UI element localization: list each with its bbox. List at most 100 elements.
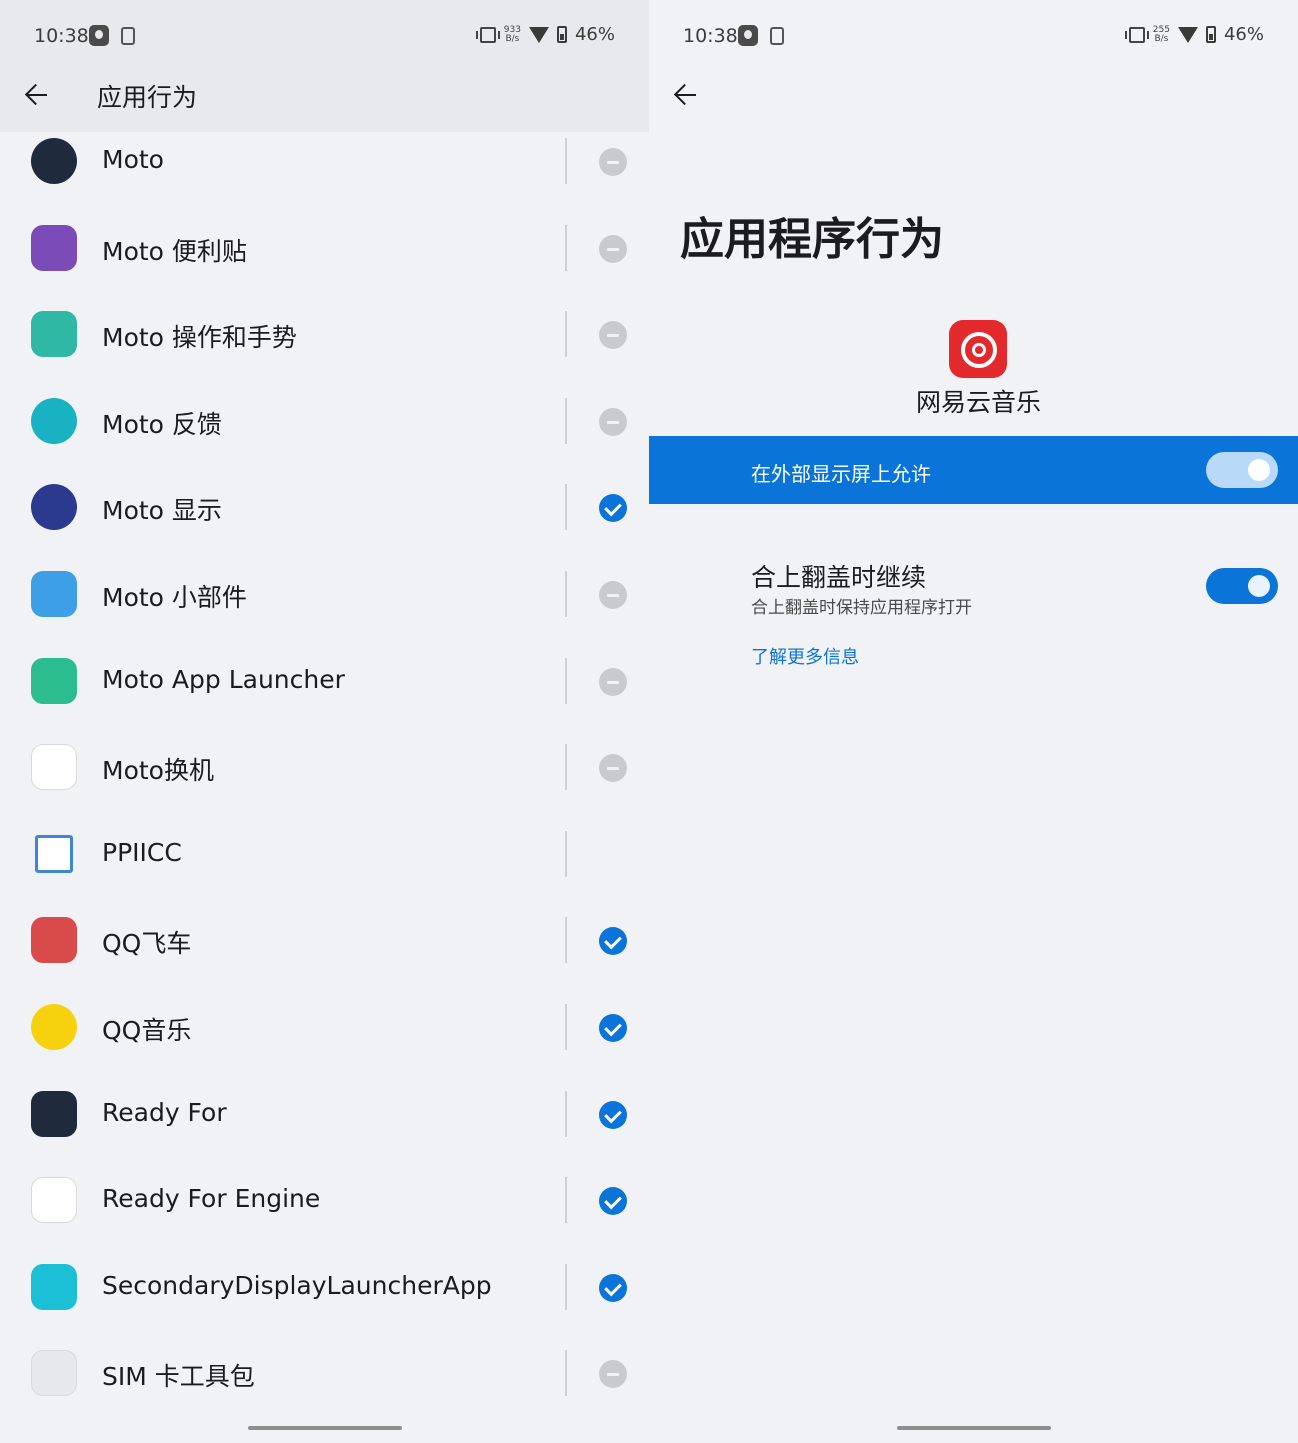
ppiicc-icon bbox=[35, 834, 73, 873]
home-indicator[interactable] bbox=[248, 1426, 402, 1430]
learn-more-link[interactable]: 了解更多信息 bbox=[751, 643, 859, 669]
app-label: Moto App Launcher bbox=[102, 664, 345, 694]
row-divider bbox=[565, 1263, 567, 1310]
weather-widget-icon bbox=[31, 571, 77, 617]
notification-card-icon bbox=[121, 27, 135, 45]
network-speed: 933 B/s bbox=[503, 24, 521, 44]
page-title: 应用行为 bbox=[97, 83, 198, 112]
check-circle-icon[interactable] bbox=[599, 1187, 627, 1216]
app-label: Ready For bbox=[102, 1097, 227, 1127]
allow-external-display-label: 在外部显示屏上允许 bbox=[751, 462, 931, 486]
allow-external-display-row[interactable]: 在外部显示屏上允许 bbox=[649, 436, 1298, 504]
battery-percent: 46% bbox=[1223, 24, 1264, 45]
row-divider bbox=[565, 571, 567, 617]
sticky-note-icon bbox=[31, 224, 77, 271]
battery-percent: 46% bbox=[574, 24, 615, 45]
status-time: 10:38 bbox=[683, 25, 738, 47]
app-row[interactable]: Moto换机 bbox=[0, 723, 649, 809]
app-label: QQ飞车 bbox=[102, 929, 192, 959]
app-row[interactable]: PPIICC bbox=[0, 810, 649, 896]
moto-logo-icon bbox=[31, 138, 77, 184]
qq-music-icon bbox=[31, 1004, 77, 1050]
allow-external-display-toggle[interactable] bbox=[1206, 452, 1278, 488]
app-name: 网易云音乐 bbox=[915, 388, 1041, 417]
feedback-icon bbox=[31, 397, 77, 444]
app-label: Moto 反馈 bbox=[102, 409, 222, 439]
row-divider bbox=[565, 1004, 567, 1050]
app-row[interactable]: QQ音乐 bbox=[0, 983, 649, 1069]
wifi-icon bbox=[528, 26, 549, 43]
ready-for-icon bbox=[31, 1090, 77, 1137]
right-pane: 10:38 255 B/s 46% 应用程序行为 网易云音乐 在外部显示屏上允许 … bbox=[649, 0, 1298, 1443]
row-divider bbox=[565, 917, 567, 964]
row-divider bbox=[565, 830, 567, 877]
home-indicator[interactable] bbox=[897, 1426, 1051, 1430]
gesture-hand-icon bbox=[31, 311, 77, 358]
back-arrow-icon[interactable] bbox=[23, 82, 49, 108]
app-row[interactable]: Moto 操作和手势 bbox=[0, 290, 649, 376]
app-row[interactable]: Moto 显示 bbox=[0, 463, 649, 549]
continue-on-fold-title: 合上翻盖时继续 bbox=[751, 563, 927, 592]
continue-on-fold-toggle[interactable] bbox=[1206, 568, 1278, 604]
app-label: Moto bbox=[102, 145, 164, 174]
row-divider bbox=[565, 1090, 567, 1137]
notification-app-icon bbox=[738, 25, 758, 46]
app-row[interactable]: Moto 小部件 bbox=[0, 550, 649, 636]
minus-circle-icon[interactable] bbox=[599, 407, 627, 436]
vibrate-icon bbox=[1124, 26, 1149, 43]
qq-speed-icon bbox=[31, 917, 77, 964]
app-list: Moto Moto 便利贴 Moto 操作和手势 Moto 反馈 Moto 显示 Moto… bbox=[0, 132, 649, 1412]
page-title: 应用程序行为 bbox=[680, 214, 944, 265]
minus-circle-icon[interactable] bbox=[599, 321, 627, 350]
check-circle-icon[interactable] bbox=[599, 1014, 627, 1042]
app-row[interactable]: SecondaryDisplayLauncherApp bbox=[0, 1243, 649, 1329]
minus-circle-icon[interactable] bbox=[599, 581, 627, 609]
app-behavior-header: 10:38 933 B/s 46% 应用行为 bbox=[0, 0, 649, 132]
back-arrow-icon[interactable] bbox=[672, 82, 698, 108]
row-divider bbox=[565, 1177, 567, 1224]
left-pane: 10:38 933 B/s 46% 应用行为 Moto Moto 便利贴 Moto 操… bbox=[0, 0, 649, 1443]
minus-circle-icon[interactable] bbox=[599, 1360, 627, 1389]
app-row[interactable]: Moto bbox=[0, 132, 649, 203]
check-circle-icon[interactable] bbox=[599, 927, 627, 956]
app-row[interactable]: Moto App Launcher bbox=[0, 637, 649, 723]
minus-circle-icon[interactable] bbox=[599, 234, 627, 263]
minus-circle-icon[interactable] bbox=[599, 667, 627, 696]
row-divider bbox=[565, 397, 567, 444]
network-speed: 255 B/s bbox=[1152, 24, 1170, 44]
status-bar: 10:38 933 B/s 46% bbox=[0, 0, 649, 72]
app-label: SIM 卡工具包 bbox=[102, 1362, 255, 1392]
check-circle-icon[interactable] bbox=[599, 494, 627, 523]
minus-circle-icon[interactable] bbox=[599, 148, 627, 176]
row-divider bbox=[565, 657, 567, 704]
row-divider bbox=[565, 484, 567, 531]
secondary-display-icon bbox=[31, 1263, 77, 1310]
phone-migrate-icon bbox=[31, 744, 77, 791]
app-row[interactable]: Moto 便利贴 bbox=[0, 204, 649, 290]
notification-card-icon bbox=[770, 27, 784, 45]
minus-circle-icon[interactable] bbox=[599, 754, 627, 783]
status-time: 10:38 bbox=[34, 25, 89, 47]
app-row[interactable]: Ready For Engine bbox=[0, 1156, 649, 1242]
ready-for-engine-icon bbox=[31, 1177, 77, 1224]
status-bar: 10:38 255 B/s 46% bbox=[649, 0, 1298, 72]
vibrate-icon bbox=[475, 26, 500, 43]
app-label: Moto 操作和手势 bbox=[102, 323, 297, 353]
home-launcher-icon bbox=[31, 657, 77, 704]
check-circle-icon[interactable] bbox=[599, 1100, 627, 1129]
app-label: Moto换机 bbox=[102, 756, 214, 786]
app-row[interactable]: Ready For bbox=[0, 1070, 649, 1156]
row-divider bbox=[565, 138, 567, 184]
app-row[interactable]: SIM 卡工具包 bbox=[0, 1329, 649, 1412]
toggle-knob bbox=[1248, 459, 1270, 481]
check-circle-icon[interactable] bbox=[599, 1273, 627, 1302]
toggle-knob bbox=[1248, 575, 1270, 597]
battery-icon bbox=[556, 26, 567, 43]
app-row[interactable]: QQ飞车 bbox=[0, 896, 649, 982]
app-label: Moto 显示 bbox=[102, 496, 222, 526]
sim-card-icon bbox=[31, 1350, 77, 1397]
app-row[interactable]: Moto 反馈 bbox=[0, 377, 649, 463]
battery-icon bbox=[1205, 26, 1216, 43]
app-label: QQ音乐 bbox=[102, 1016, 192, 1045]
app-label: PPIICC bbox=[102, 837, 182, 867]
